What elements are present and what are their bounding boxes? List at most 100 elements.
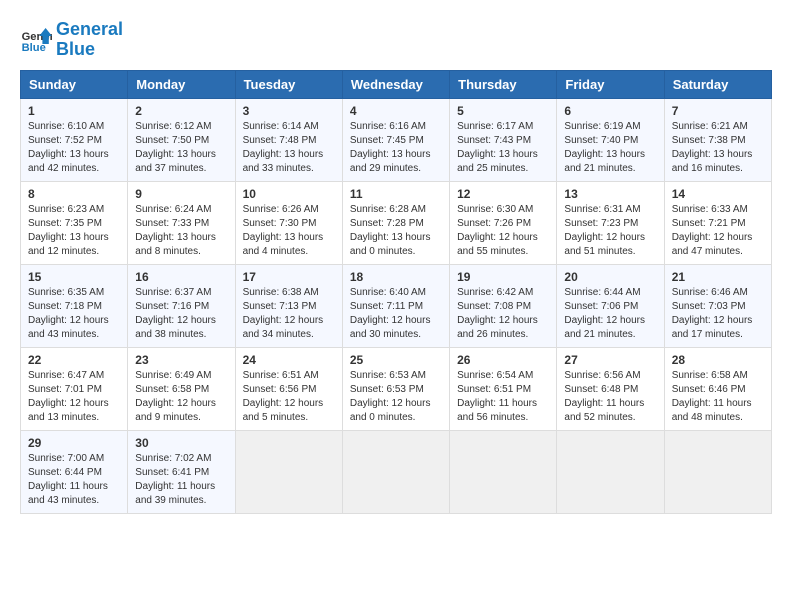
day-info: Sunrise: 6:10 AMSunset: 7:52 PMDaylight:…	[28, 120, 120, 176]
page-header: General Blue GeneralBlue	[20, 20, 772, 60]
calendar-header-row: SundayMondayTuesdayWednesdayThursdayFrid…	[21, 70, 772, 98]
calendar-cell: 17 Sunrise: 6:38 AMSunset: 7:13 PMDaylig…	[235, 264, 342, 347]
day-number: 2	[135, 104, 227, 118]
calendar-week-2: 8 Sunrise: 6:23 AMSunset: 7:35 PMDayligh…	[21, 181, 772, 264]
calendar-cell: 7 Sunrise: 6:21 AMSunset: 7:38 PMDayligh…	[664, 98, 771, 181]
calendar-cell: 11 Sunrise: 6:28 AMSunset: 7:28 PMDaylig…	[342, 181, 449, 264]
day-number: 8	[28, 187, 120, 201]
day-number: 24	[243, 353, 335, 367]
calendar-cell: 16 Sunrise: 6:37 AMSunset: 7:16 PMDaylig…	[128, 264, 235, 347]
day-number: 10	[243, 187, 335, 201]
calendar-cell	[664, 430, 771, 513]
calendar-cell	[557, 430, 664, 513]
day-info: Sunrise: 6:47 AMSunset: 7:01 PMDaylight:…	[28, 369, 120, 425]
day-number: 23	[135, 353, 227, 367]
column-header-thursday: Thursday	[450, 70, 557, 98]
column-header-friday: Friday	[557, 70, 664, 98]
day-number: 17	[243, 270, 335, 284]
calendar-cell: 5 Sunrise: 6:17 AMSunset: 7:43 PMDayligh…	[450, 98, 557, 181]
day-info: Sunrise: 6:14 AMSunset: 7:48 PMDaylight:…	[243, 120, 335, 176]
calendar-cell: 15 Sunrise: 6:35 AMSunset: 7:18 PMDaylig…	[21, 264, 128, 347]
calendar-cell: 30 Sunrise: 7:02 AMSunset: 6:41 PMDaylig…	[128, 430, 235, 513]
calendar-cell: 4 Sunrise: 6:16 AMSunset: 7:45 PMDayligh…	[342, 98, 449, 181]
calendar-cell: 24 Sunrise: 6:51 AMSunset: 6:56 PMDaylig…	[235, 347, 342, 430]
calendar-week-1: 1 Sunrise: 6:10 AMSunset: 7:52 PMDayligh…	[21, 98, 772, 181]
calendar-cell	[450, 430, 557, 513]
day-info: Sunrise: 6:16 AMSunset: 7:45 PMDaylight:…	[350, 120, 442, 176]
day-number: 7	[672, 104, 764, 118]
column-header-tuesday: Tuesday	[235, 70, 342, 98]
day-number: 25	[350, 353, 442, 367]
calendar-cell: 14 Sunrise: 6:33 AMSunset: 7:21 PMDaylig…	[664, 181, 771, 264]
calendar-cell: 10 Sunrise: 6:26 AMSunset: 7:30 PMDaylig…	[235, 181, 342, 264]
day-info: Sunrise: 6:35 AMSunset: 7:18 PMDaylight:…	[28, 286, 120, 342]
calendar-cell: 20 Sunrise: 6:44 AMSunset: 7:06 PMDaylig…	[557, 264, 664, 347]
day-number: 5	[457, 104, 549, 118]
day-info: Sunrise: 6:53 AMSunset: 6:53 PMDaylight:…	[350, 369, 442, 425]
day-info: Sunrise: 6:40 AMSunset: 7:11 PMDaylight:…	[350, 286, 442, 342]
logo: General Blue GeneralBlue	[20, 20, 123, 60]
day-number: 4	[350, 104, 442, 118]
day-info: Sunrise: 6:23 AMSunset: 7:35 PMDaylight:…	[28, 203, 120, 259]
logo-text: GeneralBlue	[56, 20, 123, 60]
day-info: Sunrise: 6:58 AMSunset: 6:46 PMDaylight:…	[672, 369, 764, 425]
day-info: Sunrise: 6:24 AMSunset: 7:33 PMDaylight:…	[135, 203, 227, 259]
day-number: 6	[564, 104, 656, 118]
calendar-cell: 6 Sunrise: 6:19 AMSunset: 7:40 PMDayligh…	[557, 98, 664, 181]
day-number: 22	[28, 353, 120, 367]
day-info: Sunrise: 6:19 AMSunset: 7:40 PMDaylight:…	[564, 120, 656, 176]
calendar-cell: 27 Sunrise: 6:56 AMSunset: 6:48 PMDaylig…	[557, 347, 664, 430]
day-number: 11	[350, 187, 442, 201]
calendar-cell: 23 Sunrise: 6:49 AMSunset: 6:58 PMDaylig…	[128, 347, 235, 430]
calendar-week-3: 15 Sunrise: 6:35 AMSunset: 7:18 PMDaylig…	[21, 264, 772, 347]
day-number: 14	[672, 187, 764, 201]
day-info: Sunrise: 6:30 AMSunset: 7:26 PMDaylight:…	[457, 203, 549, 259]
day-info: Sunrise: 6:33 AMSunset: 7:21 PMDaylight:…	[672, 203, 764, 259]
day-number: 19	[457, 270, 549, 284]
day-number: 27	[564, 353, 656, 367]
column-header-sunday: Sunday	[21, 70, 128, 98]
logo-icon: General Blue	[20, 24, 52, 56]
day-number: 12	[457, 187, 549, 201]
calendar-cell: 22 Sunrise: 6:47 AMSunset: 7:01 PMDaylig…	[21, 347, 128, 430]
column-header-wednesday: Wednesday	[342, 70, 449, 98]
day-number: 18	[350, 270, 442, 284]
day-info: Sunrise: 6:31 AMSunset: 7:23 PMDaylight:…	[564, 203, 656, 259]
day-info: Sunrise: 7:00 AMSunset: 6:44 PMDaylight:…	[28, 452, 120, 508]
calendar-cell	[342, 430, 449, 513]
calendar-cell: 19 Sunrise: 6:42 AMSunset: 7:08 PMDaylig…	[450, 264, 557, 347]
svg-text:Blue: Blue	[22, 42, 46, 54]
calendar-cell: 9 Sunrise: 6:24 AMSunset: 7:33 PMDayligh…	[128, 181, 235, 264]
calendar-week-4: 22 Sunrise: 6:47 AMSunset: 7:01 PMDaylig…	[21, 347, 772, 430]
day-number: 29	[28, 436, 120, 450]
day-info: Sunrise: 6:44 AMSunset: 7:06 PMDaylight:…	[564, 286, 656, 342]
calendar-cell: 28 Sunrise: 6:58 AMSunset: 6:46 PMDaylig…	[664, 347, 771, 430]
calendar-cell: 26 Sunrise: 6:54 AMSunset: 6:51 PMDaylig…	[450, 347, 557, 430]
column-header-monday: Monday	[128, 70, 235, 98]
day-info: Sunrise: 6:46 AMSunset: 7:03 PMDaylight:…	[672, 286, 764, 342]
day-number: 3	[243, 104, 335, 118]
day-info: Sunrise: 7:02 AMSunset: 6:41 PMDaylight:…	[135, 452, 227, 508]
day-number: 21	[672, 270, 764, 284]
day-info: Sunrise: 6:28 AMSunset: 7:28 PMDaylight:…	[350, 203, 442, 259]
day-number: 28	[672, 353, 764, 367]
day-info: Sunrise: 6:26 AMSunset: 7:30 PMDaylight:…	[243, 203, 335, 259]
day-number: 1	[28, 104, 120, 118]
calendar-cell: 2 Sunrise: 6:12 AMSunset: 7:50 PMDayligh…	[128, 98, 235, 181]
day-info: Sunrise: 6:12 AMSunset: 7:50 PMDaylight:…	[135, 120, 227, 176]
calendar-cell: 29 Sunrise: 7:00 AMSunset: 6:44 PMDaylig…	[21, 430, 128, 513]
day-info: Sunrise: 6:49 AMSunset: 6:58 PMDaylight:…	[135, 369, 227, 425]
calendar-cell: 12 Sunrise: 6:30 AMSunset: 7:26 PMDaylig…	[450, 181, 557, 264]
day-number: 26	[457, 353, 549, 367]
day-info: Sunrise: 6:21 AMSunset: 7:38 PMDaylight:…	[672, 120, 764, 176]
day-number: 9	[135, 187, 227, 201]
calendar-cell: 21 Sunrise: 6:46 AMSunset: 7:03 PMDaylig…	[664, 264, 771, 347]
calendar-cell: 25 Sunrise: 6:53 AMSunset: 6:53 PMDaylig…	[342, 347, 449, 430]
day-info: Sunrise: 6:42 AMSunset: 7:08 PMDaylight:…	[457, 286, 549, 342]
day-info: Sunrise: 6:56 AMSunset: 6:48 PMDaylight:…	[564, 369, 656, 425]
calendar-table: SundayMondayTuesdayWednesdayThursdayFrid…	[20, 70, 772, 514]
day-number: 20	[564, 270, 656, 284]
column-header-saturday: Saturday	[664, 70, 771, 98]
day-number: 30	[135, 436, 227, 450]
calendar-cell: 13 Sunrise: 6:31 AMSunset: 7:23 PMDaylig…	[557, 181, 664, 264]
